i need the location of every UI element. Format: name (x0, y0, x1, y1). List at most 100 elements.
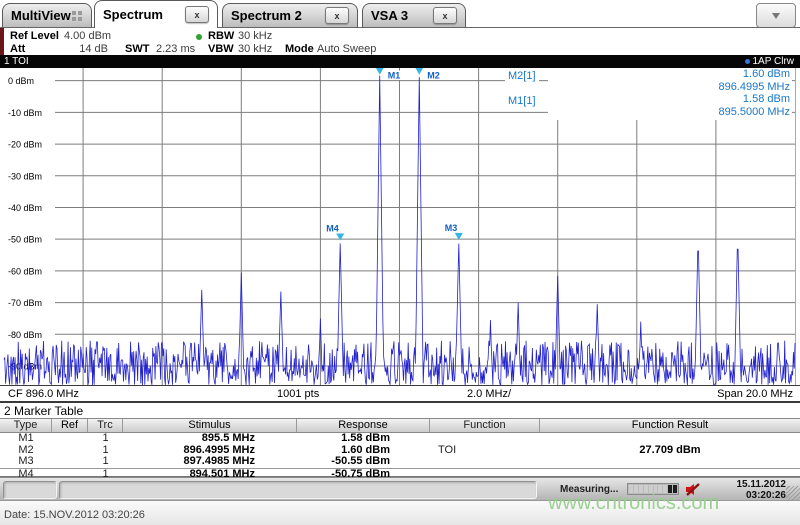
y-axis-label: -30 dBm (8, 171, 42, 181)
vbw-value: 30 kHz (238, 43, 273, 55)
marker-readout-m2-freq: 896.4995 MHz (718, 81, 790, 93)
col-function: Function (430, 419, 540, 432)
y-axis-label: -70 dBm (8, 298, 42, 308)
marker-label-m2: M2 (427, 71, 440, 81)
col-response: Response (297, 419, 430, 432)
m2-ref (52, 445, 88, 457)
frequency-per-division: 2.0 MHz/ (467, 388, 512, 400)
watermark-text: www.cntronics.com (548, 492, 720, 514)
m3-function (430, 456, 540, 468)
measurement-title: 1 TOI (4, 56, 29, 67)
marker-readout-m2-value: 1.60 dBm (742, 68, 790, 80)
att-value: 14 dB (79, 43, 108, 55)
marker-table-row-m3: M3 1 897.4985 MHz -50.55 dBm (0, 456, 800, 468)
trace-mode-indicator: 1AP Clrw (744, 56, 795, 67)
swt-label: SWT (125, 43, 150, 55)
m2-response: 1.60 dBm (341, 444, 390, 456)
tab-spectrum-2-close-icon[interactable]: x (325, 7, 349, 24)
swt-value: 2.23 ms (156, 43, 196, 55)
m2-type: M2 (18, 444, 34, 456)
y-axis-label: -80 dBm (8, 330, 42, 340)
marker-handle-m2[interactable] (415, 68, 424, 75)
marker-table-row-m1: M1 1 895.5 MHz 1.58 dBm (0, 433, 800, 445)
tab-spectrum-label: Spectrum (103, 7, 163, 22)
m3-stimulus: 897.4985 MHz (183, 456, 255, 467)
col-trc: Trc (88, 419, 123, 432)
header-accent-bar (0, 28, 4, 55)
mode-label: Mode (285, 43, 314, 55)
settings-header: Ref Level 4.00 dBm Att 14 dB SWT 2.23 ms… (0, 28, 800, 55)
y-axis-label: -20 dBm (8, 140, 42, 150)
footer-date-line: Date: 15.NOV.2012 03:20:26 (4, 509, 145, 521)
marker-handle-m1[interactable] (375, 68, 384, 75)
m1-function-result (540, 433, 800, 445)
marker-readout-m1-value: 1.58 dBm (742, 93, 790, 105)
tab-spectrum[interactable]: Spectrum x (94, 0, 218, 28)
m3-type: M3 (18, 456, 34, 467)
chevron-down-icon (772, 12, 780, 19)
measurement-title-bar: 1 TOI 1AP Clrw (0, 55, 800, 68)
rbw-status-icon (196, 34, 202, 40)
sweep-points: 1001 pts (277, 388, 320, 400)
m2-trc: 1 (102, 444, 109, 456)
resize-grip[interactable] (786, 486, 800, 500)
trace-mode-label: 1AP Clrw (752, 56, 795, 67)
marker-readout-m1-name: M1[1] (505, 95, 539, 107)
ref-level-label: Ref Level (10, 30, 59, 42)
m3-response: -50.55 dBm (331, 456, 390, 467)
m1-trc: 1 (102, 433, 109, 444)
y-axis-label: -50 dBm (8, 235, 42, 245)
status-date: 15.11.2012 (736, 479, 787, 490)
rbw-label: RBW (208, 30, 235, 42)
m1-type: M1 (18, 433, 34, 444)
y-axis-label: -40 dBm (8, 203, 42, 213)
marker-label-m3: M3 (445, 223, 458, 233)
y-axis-label: -60 dBm (8, 266, 42, 276)
trace-dot-icon (744, 59, 750, 64)
m2-function-result: 27.709 dBm (639, 444, 701, 456)
tab-vsa-3-close-icon[interactable]: x (433, 7, 457, 24)
tab-overflow-button[interactable] (756, 3, 796, 28)
center-frequency: CF 896.0 MHz (8, 388, 79, 400)
col-function-result: Function Result (631, 419, 709, 431)
marker-table-section: 2 Marker Table Type Ref Trc Stimulus Res… (0, 401, 800, 479)
tab-vsa-3[interactable]: VSA 3 x (362, 3, 466, 27)
tab-vsa-3-label: VSA 3 (371, 8, 409, 23)
tab-bar: MultiView Spectrum x Spectrum 2 x VSA 3 … (0, 0, 800, 28)
y-axis-label: 0 dBm (8, 76, 34, 86)
status-time: 03:20:26 (745, 490, 786, 501)
spectrum-analyzer-screen: MultiView Spectrum x Spectrum 2 x VSA 3 … (0, 0, 800, 525)
status-field-message (59, 481, 537, 499)
m1-ref (52, 433, 88, 445)
tab-multiview[interactable]: MultiView (2, 3, 92, 27)
m2-function: TOI (438, 444, 457, 456)
rbw-value: 30 kHz (238, 30, 273, 42)
att-label: Att (10, 43, 26, 55)
marker-readout-m2-name: M2[1] (505, 70, 539, 82)
multiview-grid-icon (72, 10, 83, 21)
y-axis-label: -10 dBm (8, 108, 42, 118)
m3-trc: 1 (102, 456, 109, 467)
mode-value: Auto Sweep (317, 43, 377, 55)
tab-spectrum-2-label: Spectrum 2 (231, 8, 302, 23)
m3-ref (52, 456, 88, 468)
col-type: Type (0, 419, 52, 432)
marker-label-m4: M4 (326, 224, 339, 234)
marker-table-header: Type Ref Trc Stimulus Response Function … (0, 418, 800, 433)
tab-multiview-label: MultiView (11, 8, 71, 23)
status-field-small (3, 481, 57, 499)
marker-table-title: 2 Marker Table (4, 404, 84, 418)
col-stimulus: Stimulus (123, 419, 297, 432)
frequency-axis-bar: CF 896.0 MHz 1001 pts 2.0 MHz/ Span 20.0… (0, 385, 800, 401)
tab-spectrum-close-icon[interactable]: x (185, 6, 209, 23)
marker-readout-m1-freq: 895.5000 MHz (718, 106, 790, 118)
date-time-display: 15.11.2012 03:20:26 (737, 479, 787, 501)
col-ref: Ref (52, 419, 88, 432)
tab-spectrum-2[interactable]: Spectrum 2 x (222, 3, 358, 27)
ref-level-value: 4.00 dBm (64, 30, 112, 42)
m1-function (430, 433, 540, 445)
m1-stimulus: 895.5 MHz (201, 433, 255, 444)
span: Span 20.0 MHz (717, 388, 793, 400)
marker-table-row-m2: M2 1 896.4995 MHz 1.60 dBm TOI 27.709 dB… (0, 445, 800, 457)
m3-function-result (540, 456, 800, 468)
